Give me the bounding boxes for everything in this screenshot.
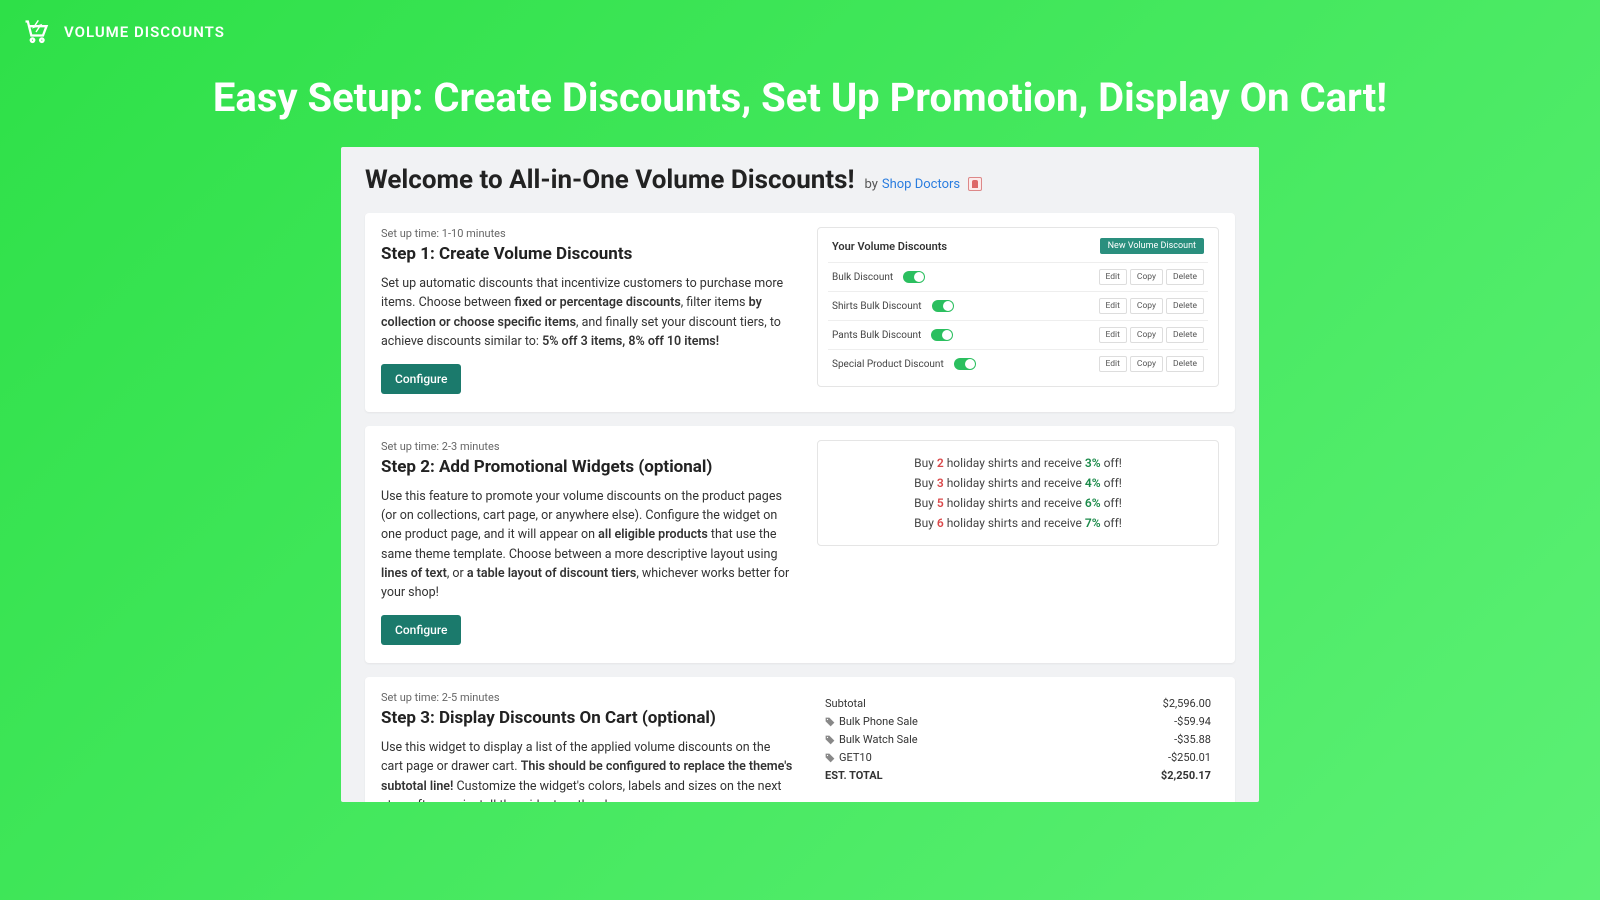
step3-setup-time: Set up time: 2-5 minutes <box>381 691 793 704</box>
cart-discount-icon <box>22 18 50 46</box>
welcome-row: Welcome to All-in-One Volume Discounts! … <box>365 165 1235 195</box>
step2-setup-time: Set up time: 2-3 minutes <box>381 440 793 453</box>
tag-icon <box>825 735 835 745</box>
discount-toggle[interactable] <box>954 358 976 370</box>
discount-name: Special Product Discount <box>832 359 944 370</box>
delete-button[interactable]: Delete <box>1166 298 1204 314</box>
app-name: VOLUME DISCOUNTS <box>64 23 225 41</box>
cart-row: Subtotal$2,596.00 <box>825 695 1211 713</box>
copy-button[interactable]: Copy <box>1130 356 1163 372</box>
edit-button[interactable]: Edit <box>1099 327 1127 343</box>
step1-setup-time: Set up time: 1-10 minutes <box>381 227 793 240</box>
discount-row: Shirts Bulk Discount EditCopyDelete <box>828 291 1208 320</box>
cart-summary-preview: Subtotal$2,596.00Bulk Phone Sale-$59.94B… <box>817 691 1219 785</box>
new-volume-discount-button[interactable]: New Volume Discount <box>1100 238 1204 254</box>
discount-toggle[interactable] <box>932 300 954 312</box>
edit-button[interactable]: Edit <box>1099 356 1127 372</box>
delete-button[interactable]: Delete <box>1166 269 1204 285</box>
app-header: VOLUME DISCOUNTS <box>0 0 1600 64</box>
copy-button[interactable]: Copy <box>1130 327 1163 343</box>
discount-toggle[interactable] <box>903 271 925 283</box>
edit-button[interactable]: Edit <box>1099 298 1127 314</box>
discount-name: Bulk Discount <box>832 272 893 283</box>
step2-card: Set up time: 2-3 minutes Step 2: Add Pro… <box>365 426 1235 663</box>
delete-button[interactable]: Delete <box>1166 327 1204 343</box>
promo-line: Buy 5 holiday shirts and receive 6% off! <box>834 493 1202 513</box>
tag-icon <box>825 717 835 727</box>
discounts-panel-title: Your Volume Discounts <box>832 240 947 253</box>
copy-button[interactable]: Copy <box>1130 298 1163 314</box>
step1-card: Set up time: 1-10 minutes Step 1: Create… <box>365 213 1235 412</box>
discount-row: Special Product Discount EditCopyDelete <box>828 349 1208 378</box>
shop-doctors-badge-icon <box>968 177 982 191</box>
cart-row: Bulk Phone Sale-$59.94 <box>825 713 1211 731</box>
discount-name: Pants Bulk Discount <box>832 330 921 341</box>
step2-configure-button[interactable]: Configure <box>381 615 461 645</box>
cart-row: Bulk Watch Sale-$35.88 <box>825 731 1211 749</box>
step3-title: Step 3: Display Discounts On Cart (optio… <box>381 708 793 728</box>
step3-body: Use this widget to display a list of the… <box>381 738 793 802</box>
tag-icon <box>825 753 835 763</box>
promo-line: Buy 2 holiday shirts and receive 3% off! <box>834 453 1202 473</box>
discount-toggle[interactable] <box>931 329 953 341</box>
shop-doctors-link[interactable]: Shop Doctors <box>882 177 960 192</box>
promo-line: Buy 3 holiday shirts and receive 4% off! <box>834 473 1202 493</box>
cart-total-row: EST. TOTAL$2,250.17 <box>825 767 1211 785</box>
welcome-title: Welcome to All-in-One Volume Discounts! <box>365 165 855 195</box>
step1-title: Step 1: Create Volume Discounts <box>381 244 793 264</box>
hero-title: Easy Setup: Create Discounts, Set Up Pro… <box>0 74 1600 121</box>
promo-line: Buy 6 holiday shirts and receive 7% off! <box>834 513 1202 533</box>
discounts-panel: Your Volume Discounts New Volume Discoun… <box>817 227 1219 387</box>
discount-row: Pants Bulk Discount EditCopyDelete <box>828 320 1208 349</box>
main-panel: Welcome to All-in-One Volume Discounts! … <box>341 147 1259 802</box>
step2-body: Use this feature to promote your volume … <box>381 487 793 603</box>
step3-card: Set up time: 2-5 minutes Step 3: Display… <box>365 677 1235 802</box>
discount-name: Shirts Bulk Discount <box>832 301 922 312</box>
edit-button[interactable]: Edit <box>1099 269 1127 285</box>
discount-row: Bulk Discount EditCopyDelete <box>828 262 1208 291</box>
cart-row: GET10-$250.01 <box>825 749 1211 767</box>
promo-widget-preview: Buy 2 holiday shirts and receive 3% off!… <box>817 440 1219 546</box>
delete-button[interactable]: Delete <box>1166 356 1204 372</box>
copy-button[interactable]: Copy <box>1130 269 1163 285</box>
step2-title: Step 2: Add Promotional Widgets (optiona… <box>381 457 793 477</box>
step1-configure-button[interactable]: Configure <box>381 364 461 394</box>
step1-body: Set up automatic discounts that incentiv… <box>381 274 793 352</box>
by-label: by <box>865 177 878 192</box>
